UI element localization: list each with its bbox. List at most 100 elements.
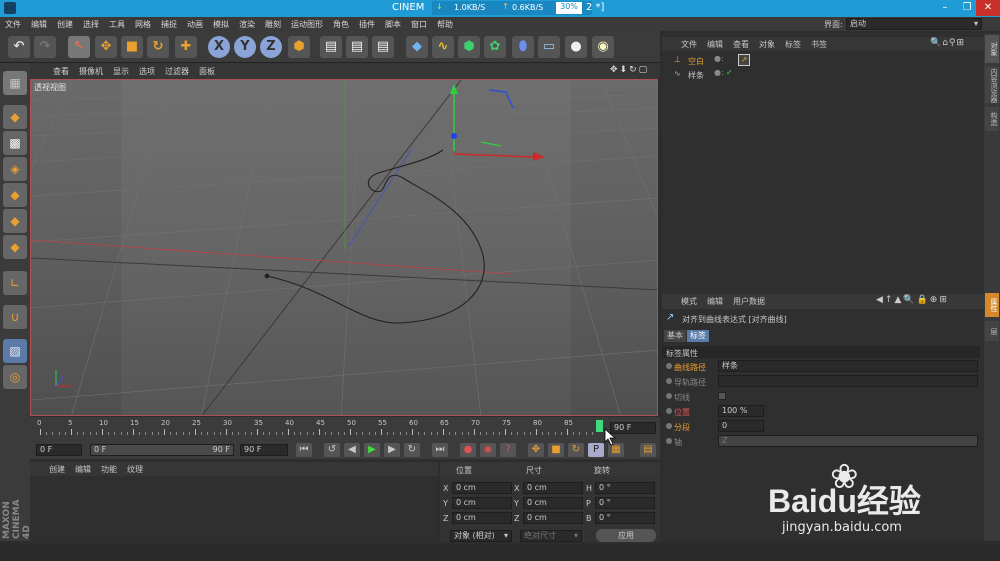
object-menu-item[interactable]: 书签 — [806, 39, 832, 50]
deformer-icon[interactable]: ⬮ — [512, 36, 534, 58]
param-radio-icon[interactable] — [666, 438, 672, 444]
position-field[interactable]: 0 cm — [452, 497, 512, 509]
param-field[interactable]: 100 % — [718, 405, 764, 417]
menu-item[interactable]: 插件 — [354, 19, 380, 30]
sidebar-tab-attributes[interactable]: 属性 — [985, 293, 999, 317]
menu-item[interactable]: 选择 — [78, 19, 104, 30]
floor-icon[interactable]: ▭ — [538, 36, 560, 58]
cube-icon[interactable]: ◆ — [406, 36, 428, 58]
menu-item[interactable]: 运动图形 — [286, 19, 328, 30]
tab-tag[interactable]: 标签 — [687, 330, 709, 342]
material-menu-item[interactable]: 纹理 — [122, 464, 148, 475]
menu-item[interactable]: 编辑 — [26, 19, 52, 30]
object-menu-item[interactable]: 查看 — [728, 39, 754, 50]
keyframe-selection-icon[interactable]: ? — [500, 443, 516, 457]
model-mode-icon[interactable]: ◆ — [3, 105, 27, 129]
param-radio-icon[interactable] — [666, 363, 672, 369]
attribute-toolbar-icons[interactable]: ◀↑▲🔍🔒⊕⊞ — [876, 295, 982, 307]
end-frame-field[interactable]: 90 F — [240, 444, 288, 456]
menu-item[interactable]: 雕刻 — [260, 19, 286, 30]
object-row-null[interactable]: ⊥ 空白 ●: ↗ — [668, 54, 978, 68]
x-axis-lock-icon[interactable]: X — [208, 36, 230, 58]
go-to-end-icon[interactable]: ⏭ — [432, 443, 448, 457]
timeline-playhead[interactable] — [596, 420, 603, 432]
menu-item[interactable]: 渲染 — [234, 19, 260, 30]
object-menu-item[interactable]: 编辑 — [702, 39, 728, 50]
light-icon[interactable]: ◉ — [592, 36, 614, 58]
play-icon[interactable]: ▶ — [364, 443, 380, 457]
param-radio-icon[interactable] — [666, 393, 672, 399]
auto-key-icon[interactable]: ◉ — [480, 443, 496, 457]
previous-frame-icon[interactable]: ◀ — [344, 443, 360, 457]
lock-workplane-icon[interactable]: ▨ — [3, 339, 27, 363]
perspective-viewport[interactable]: 透视视图 — [30, 79, 658, 416]
sculpt-icon[interactable]: ◎ — [3, 365, 27, 389]
visibility-dot-icon[interactable]: ●: — [714, 68, 724, 77]
viewport-menu-item[interactable]: 面板 — [194, 66, 220, 77]
key-scale-icon[interactable]: ■ — [548, 443, 564, 457]
material-menu-item[interactable]: 创建 — [44, 464, 70, 475]
sidebar-tab-structure[interactable]: 构造 — [985, 107, 999, 131]
rotate-tool-icon[interactable]: ↻ — [147, 36, 169, 58]
timeline-ruler[interactable]: 0 5 10 15 20 25 30 35 40 45 50 55 60 65 70 75 80 85 90 F — [30, 417, 660, 441]
size-field[interactable]: 0 cm — [523, 482, 583, 494]
minimize-button[interactable]: – — [934, 0, 956, 16]
snap-magnet-icon[interactable]: ∪ — [3, 305, 27, 329]
sidebar-tab-content-browser[interactable]: 内容浏览器 — [985, 67, 999, 103]
start-frame-field[interactable]: 0 F — [36, 444, 82, 456]
viewport-menu-item[interactable]: 摄像机 — [74, 66, 108, 77]
coordinate-system-icon[interactable]: ⬢ — [288, 36, 310, 58]
workplane-icon[interactable]: ◈ — [3, 157, 27, 181]
next-key-icon[interactable]: ↻ — [404, 443, 420, 457]
render-view-icon[interactable]: ▤ — [320, 36, 342, 58]
align-to-spline-tag-icon[interactable]: ↗ — [738, 54, 750, 66]
maximize-button[interactable]: ❐ — [956, 0, 978, 16]
make-editable-icon[interactable]: ▦ — [3, 71, 27, 95]
sidebar-tab-objects[interactable]: 对象 — [985, 35, 999, 63]
spline-pen-icon[interactable]: ∿ — [432, 36, 454, 58]
menu-item[interactable]: 窗口 — [406, 19, 432, 30]
edges-mode-icon[interactable]: ◆ — [3, 209, 27, 233]
viewport-menu-item[interactable]: 选项 — [134, 66, 160, 77]
attribute-menu-item[interactable]: 模式 — [676, 296, 702, 307]
rotation-field[interactable]: 0 ° — [595, 512, 655, 524]
position-field[interactable]: 0 cm — [452, 512, 512, 524]
texture-mode-icon[interactable]: ▩ — [3, 131, 27, 155]
menu-item[interactable]: 模拟 — [208, 19, 234, 30]
object-menu-item[interactable]: 对象 — [754, 39, 780, 50]
menu-item[interactable]: 动画 — [182, 19, 208, 30]
size-mode-select[interactable]: 绝对尺寸 ▾ — [520, 530, 582, 542]
frame-range-slider[interactable]: 0 F 90 F — [90, 444, 234, 456]
camera-icon[interactable]: ● — [565, 36, 587, 58]
apply-button[interactable]: 应用 — [596, 529, 656, 542]
menu-item[interactable]: 网格 — [130, 19, 156, 30]
material-menu-item[interactable]: 功能 — [96, 464, 122, 475]
param-radio-icon[interactable] — [666, 408, 672, 414]
attribute-menu-item[interactable]: 编辑 — [702, 296, 728, 307]
menu-item[interactable]: 创建 — [52, 19, 78, 30]
tab-basic[interactable]: 基本 — [664, 330, 686, 342]
material-manager[interactable]: 创建 编辑 功能 纹理 — [30, 462, 438, 542]
scale-tool-icon[interactable]: ■ — [121, 36, 143, 58]
menu-item[interactable]: 文件 — [0, 19, 26, 30]
viewport-menu-item[interactable]: 查看 — [48, 66, 74, 77]
param-field[interactable]: Z — [718, 435, 978, 447]
menu-item[interactable]: 帮助 — [432, 19, 458, 30]
previous-key-icon[interactable]: ↺ — [324, 443, 340, 457]
menu-item[interactable]: 脚本 — [380, 19, 406, 30]
rotation-field[interactable]: 0 ° — [595, 482, 655, 494]
menu-item[interactable]: 工具 — [104, 19, 130, 30]
object-manager-toolbar-icons[interactable]: 🔍⌂⚲⊞ — [930, 38, 982, 50]
param-radio-icon[interactable] — [666, 423, 672, 429]
param-field[interactable] — [718, 375, 978, 387]
render-settings-icon[interactable]: ▤ — [372, 36, 394, 58]
redo-icon[interactable]: ↷ — [34, 36, 56, 58]
attribute-menu-item[interactable]: 用户数据 — [728, 296, 770, 307]
timeline-window-icon[interactable]: ▤ — [640, 443, 656, 457]
next-frame-icon[interactable]: ▶ — [384, 443, 400, 457]
z-axis-lock-icon[interactable]: Z — [260, 36, 282, 58]
record-keys-icon[interactable]: ● — [460, 443, 476, 457]
size-field[interactable]: 0 cm — [523, 512, 583, 524]
enabled-check-icon[interactable]: ✓ — [726, 68, 733, 77]
coord-mode-select[interactable]: 对象 (相对) ▾ — [450, 530, 512, 542]
